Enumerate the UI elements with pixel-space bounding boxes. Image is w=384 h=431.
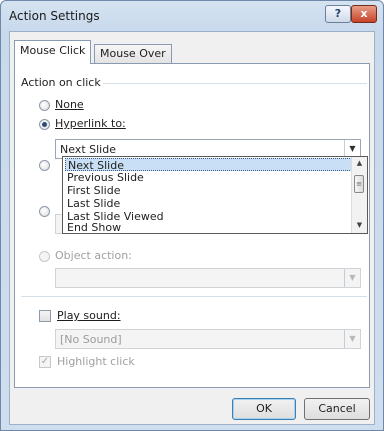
hyperlink-dropdown-list[interactable]: Next Slide Previous Slide First Slide La… (62, 156, 368, 234)
hyperlink-selected-value: Next Slide (60, 143, 116, 156)
action-settings-dialog: Action Settings ? x Mouse Click Mouse Ov… (0, 0, 384, 431)
action-group-label: Action on click (21, 76, 101, 89)
sound-value: [No Sound] (60, 333, 122, 346)
none-radio[interactable] (39, 100, 50, 111)
dropdown-item-last-slide[interactable]: Last Slide (65, 197, 352, 210)
help-button[interactable]: ? (325, 5, 351, 23)
chevron-down-icon[interactable]: ▼ (344, 269, 360, 287)
cancel-button[interactable]: Cancel (304, 398, 370, 420)
object-action-radio[interactable] (39, 251, 50, 262)
dropdown-item-previous-slide[interactable]: Previous Slide (65, 171, 352, 184)
run-program-radio[interactable] (39, 160, 50, 171)
sound-divider (21, 296, 367, 297)
run-macro-radio[interactable] (39, 206, 50, 217)
dialog-client-area: Mouse Click Mouse Over Action on click N… (9, 31, 375, 425)
dropdown-item-next-slide[interactable]: Next Slide (65, 158, 352, 172)
highlight-click-checkbox[interactable]: ✓ (39, 356, 51, 368)
dropdown-item-first-slide[interactable]: First Slide (65, 184, 352, 197)
dropdown-scrollbar[interactable]: ▲ ≡ ▼ (351, 157, 367, 233)
title-bar[interactable]: Action Settings ? x (1, 1, 383, 31)
tab-mouse-click[interactable]: Mouse Click (14, 40, 92, 64)
close-button[interactable]: x (351, 5, 377, 23)
play-sound-checkbox[interactable] (39, 310, 51, 322)
hyperlink-label[interactable]: Hyperlink to: (55, 117, 126, 130)
chevron-down-icon[interactable]: ▼ (344, 330, 360, 348)
scroll-thumb[interactable]: ≡ (354, 175, 364, 193)
play-sound-label[interactable]: Play sound: (57, 309, 121, 322)
scroll-up-icon[interactable]: ▲ (353, 157, 366, 170)
scroll-down-icon[interactable]: ▼ (353, 219, 366, 232)
object-action-label: Object action: (55, 249, 132, 262)
hyperlink-radio[interactable] (39, 119, 50, 130)
tab-mouse-over[interactable]: Mouse Over (94, 44, 172, 64)
group-divider (103, 83, 367, 84)
highlight-click-label: Highlight click (57, 355, 135, 368)
ok-button[interactable]: OK (232, 398, 296, 420)
object-action-dropdown[interactable]: ▼ (55, 268, 361, 288)
window-title: Action Settings (9, 9, 100, 23)
dropdown-item-end-show[interactable]: End Show (65, 221, 352, 233)
sound-dropdown[interactable]: [No Sound] ▼ (55, 329, 361, 349)
none-label[interactable]: None (55, 98, 84, 111)
